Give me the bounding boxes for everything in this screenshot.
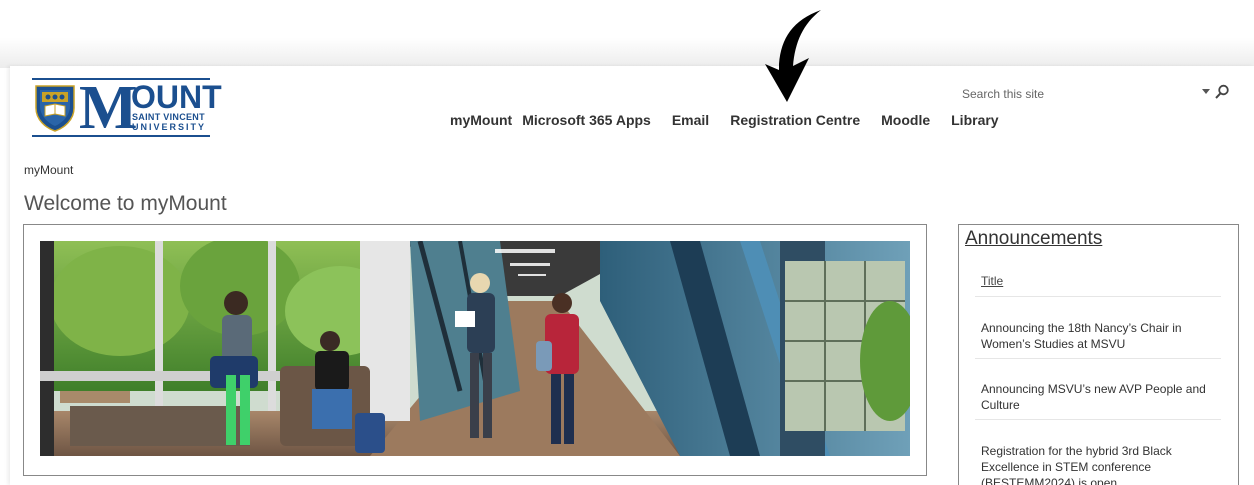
divider	[975, 358, 1221, 359]
nav-mymount[interactable]: myMount	[450, 112, 512, 128]
logo-wordmark: OUNT	[131, 79, 222, 115]
announcements-panel: Announcements Title Announcing the 18th …	[958, 224, 1239, 485]
caret-down-icon[interactable]	[1202, 89, 1210, 94]
divider	[975, 296, 1221, 297]
logo-line-1: SAINT VINCENT	[132, 112, 205, 122]
announcement-item[interactable]: Registration for the hybrid 3rd Black Ex…	[981, 443, 1211, 485]
announcement-item[interactable]: Announcing the 18th Nancy’s Chair in Wom…	[981, 320, 1211, 352]
nav-moodle[interactable]: Moodle	[881, 112, 930, 128]
nav-microsoft-365-apps[interactable]: Microsoft 365 Apps	[522, 112, 651, 128]
logo-rule	[32, 135, 210, 137]
main-nav: myMount Microsoft 365 Apps Email Registr…	[450, 112, 1020, 128]
breadcrumb[interactable]: myMount	[24, 163, 73, 177]
logo-letter-m: M	[79, 74, 138, 142]
title-column-header[interactable]: Title	[981, 274, 1003, 288]
crest-icon	[35, 85, 75, 132]
hero-frame	[23, 224, 927, 476]
page: M OUNT SAINT VINCENT UNIVERSITY myMount …	[10, 66, 1254, 485]
nav-library[interactable]: Library	[951, 112, 998, 128]
search-icon[interactable]	[1214, 84, 1230, 100]
top-fade	[0, 0, 1254, 68]
page-title: Welcome to myMount	[24, 192, 227, 215]
campus-hallway-photo	[40, 241, 910, 456]
site-search	[962, 84, 1237, 104]
university-logo[interactable]: M OUNT SAINT VINCENT UNIVERSITY	[32, 74, 222, 142]
nav-registration-centre[interactable]: Registration Centre	[730, 112, 860, 128]
search-input[interactable]	[962, 84, 1187, 104]
announcement-item[interactable]: Announcing MSVU’s new AVP People and Cul…	[981, 381, 1211, 413]
divider	[975, 419, 1221, 420]
logo-line-2: UNIVERSITY	[132, 122, 207, 132]
nav-email[interactable]: Email	[672, 112, 709, 128]
arrow-down-icon	[765, 10, 821, 102]
announcements-title[interactable]: Announcements	[965, 228, 1102, 250]
